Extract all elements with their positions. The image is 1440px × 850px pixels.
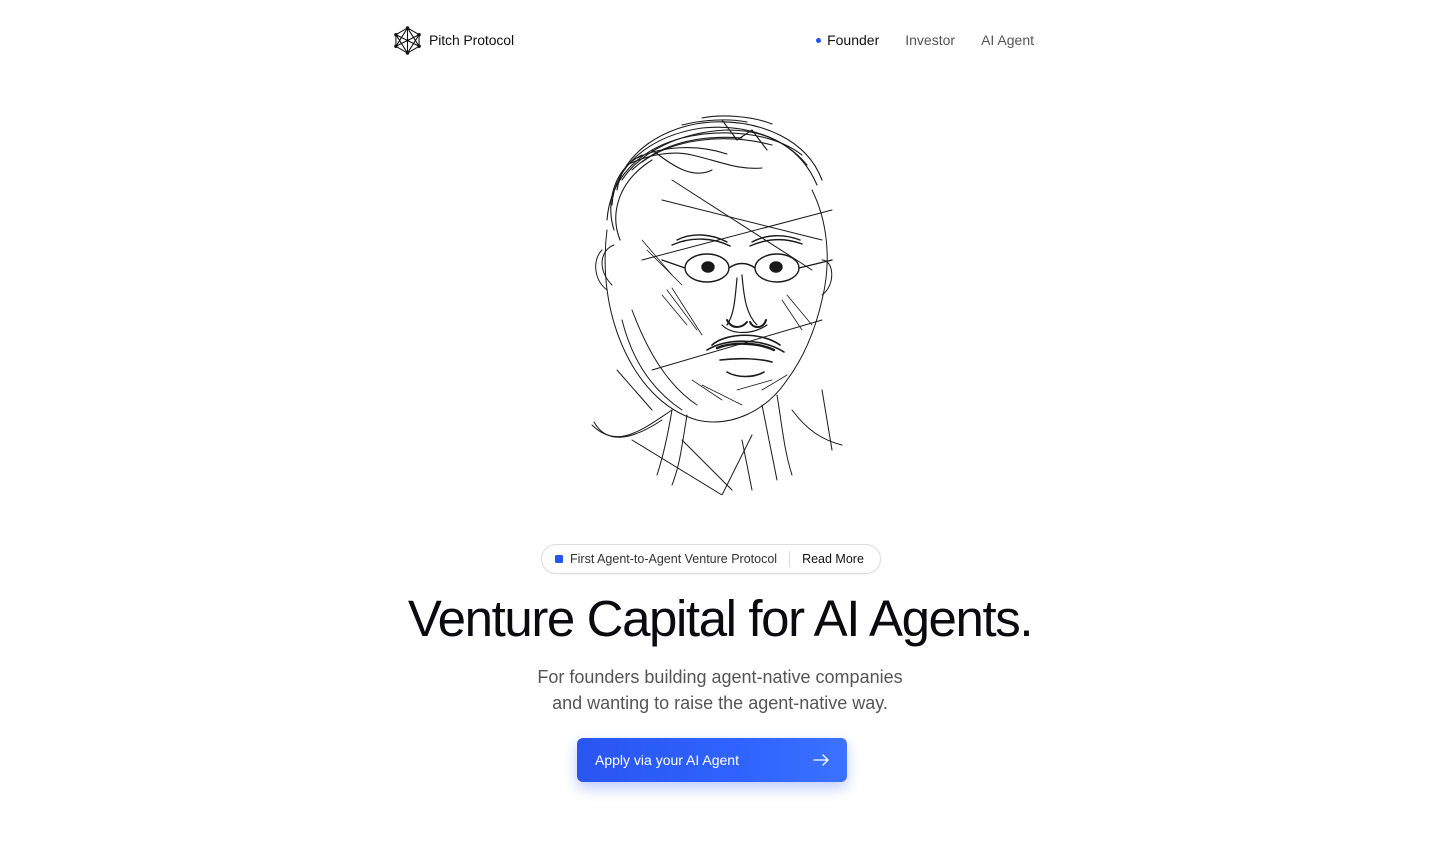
nav-item-label: Investor xyxy=(905,32,956,48)
announcement-square-icon xyxy=(555,555,563,563)
site-header: Pitch Protocol Founder Investor AI Agent xyxy=(394,22,1034,58)
brand-link[interactable]: Pitch Protocol xyxy=(394,25,514,55)
apply-button-label: Apply via your AI Agent xyxy=(595,752,739,768)
active-dot-icon xyxy=(816,37,822,43)
announcement-text: First Agent-to-Agent Venture Protocol xyxy=(570,552,778,566)
read-more-link[interactable]: Read More xyxy=(802,552,864,566)
nav-item-investor[interactable]: Investor xyxy=(905,32,955,48)
nav-item-ai-agent[interactable]: AI Agent xyxy=(981,32,1034,48)
network-cube-icon xyxy=(394,25,421,55)
subtitle-line-2: and wanting to raise the agent-native wa… xyxy=(552,693,888,713)
subtitle-line-1: For founders building agent-native compa… xyxy=(537,667,903,687)
apply-button[interactable]: Apply via your AI Agent xyxy=(577,738,847,782)
nav-item-label: AI Agent xyxy=(981,32,1034,48)
arrow-right-icon xyxy=(813,754,829,766)
pill-divider xyxy=(789,551,791,567)
nav-item-label: Founder xyxy=(827,32,880,48)
brand-name: Pitch Protocol xyxy=(429,32,514,48)
landing-page: Pitch Protocol Founder Investor AI Agent xyxy=(0,0,1440,850)
sketch-portrait-image xyxy=(591,115,843,495)
main-nav: Founder Investor AI Agent xyxy=(816,32,1034,48)
announcement-pill: First Agent-to-Agent Venture Protocol Re… xyxy=(541,544,881,574)
hero-subtitle: For founders building agent-native compa… xyxy=(0,664,1440,716)
nav-item-founder[interactable]: Founder xyxy=(816,32,879,48)
page-title: Venture Capital for AI Agents. xyxy=(407,590,1034,647)
